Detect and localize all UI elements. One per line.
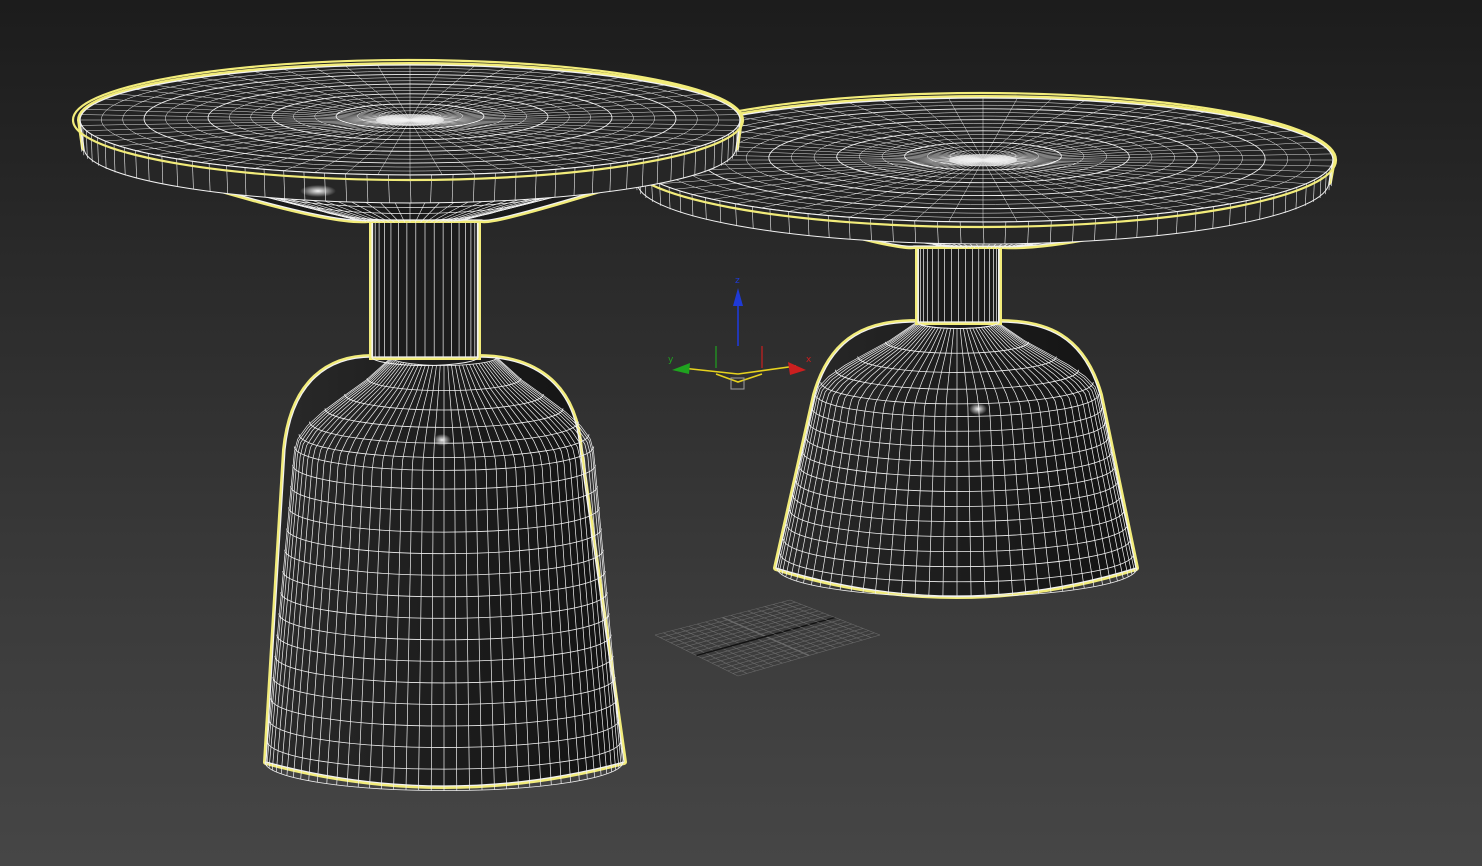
grid-line <box>727 630 869 672</box>
table-neck[interactable] <box>915 243 1002 329</box>
gizmo-x-arrow[interactable] <box>788 362 806 375</box>
base-surface[interactable] <box>775 321 1137 597</box>
specular-highlight <box>433 434 451 446</box>
gizmo-x-axis[interactable] <box>737 365 797 375</box>
3d-viewport[interactable]: z x y <box>0 0 1482 866</box>
viewport-scene[interactable]: z x y <box>0 0 1482 866</box>
specular-highlight <box>969 403 987 415</box>
table-base[interactable] <box>773 319 1139 599</box>
grid-line <box>737 634 881 677</box>
side-table-left[interactable] <box>71 58 745 792</box>
grid-line <box>730 615 818 654</box>
top-center-vertex-cluster <box>949 154 1017 166</box>
home-grid <box>654 599 881 677</box>
grid-line <box>756 608 845 646</box>
gizmo-x-label: x <box>806 355 812 365</box>
gizmo-y-arrow[interactable] <box>672 363 690 374</box>
specular-highlight <box>300 185 336 197</box>
grid-line <box>722 628 864 669</box>
grid-line <box>747 610 836 649</box>
transform-gizmo[interactable]: z x y <box>668 276 812 390</box>
grid-line <box>732 632 875 674</box>
gizmo-y-label: y <box>668 355 674 365</box>
gizmo-z-label: z <box>735 276 740 286</box>
table-top[interactable] <box>71 58 745 224</box>
gizmo-y-axis[interactable] <box>681 367 739 375</box>
table-neck[interactable] <box>369 217 481 366</box>
gizmo-z-arrow[interactable] <box>733 288 743 306</box>
table-base[interactable] <box>263 354 627 792</box>
side-table-right[interactable] <box>624 91 1338 599</box>
top-center-vertex-cluster <box>376 114 444 126</box>
